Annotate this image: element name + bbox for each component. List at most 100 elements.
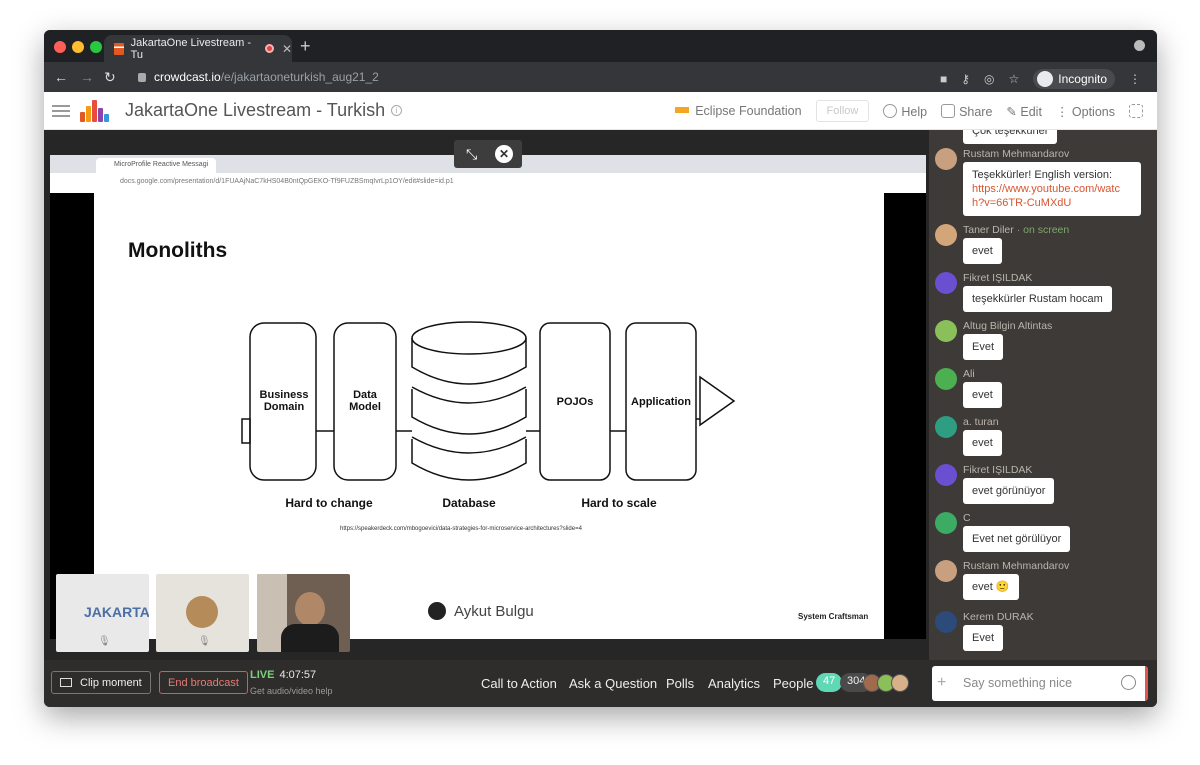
participant-thumb-2[interactable]: 🎙 [156, 574, 249, 652]
minimize-window-dot[interactable] [72, 41, 84, 53]
chat-bubble: Evet [963, 334, 1004, 360]
live-timer: 4:07:57 [279, 669, 317, 681]
url-path: /e/jakartaoneturkish_aug21_2 [220, 70, 379, 84]
maximize-window-dot[interactable] [90, 41, 102, 53]
url-host: crowdcast.io [154, 70, 221, 84]
new-tab-icon[interactable]: + [300, 36, 311, 57]
participant-video-speaker[interactable] [257, 574, 350, 652]
on-screen-status: · on screen [1016, 224, 1070, 236]
follow-button[interactable]: Follow [815, 100, 870, 122]
key-icon[interactable]: ⚷ [961, 72, 970, 86]
chat-author: Altug Bilgin Altintas [963, 320, 1053, 332]
people-tab[interactable]: People [773, 676, 813, 691]
back-icon[interactable]: ← [54, 69, 68, 85]
chat-bubble: evet [963, 382, 1002, 408]
incognito-badge[interactable]: Incognito [1033, 69, 1115, 89]
attendee-avatars[interactable] [863, 674, 909, 692]
pojos-label: POJOs [556, 396, 594, 408]
help-button[interactable]: Help [883, 103, 928, 119]
chat-input[interactable]: + Say something nice [932, 666, 1148, 701]
end-broadcast-button[interactable]: End broadcast [159, 671, 248, 694]
header-actions: Eclipse Foundation Follow Help Share ✎ E… [675, 92, 1147, 130]
screen-icon [426, 600, 448, 622]
avatar [935, 368, 957, 390]
speaker-name: Aykut Bulgu [454, 602, 534, 620]
analytics-tab[interactable]: Analytics [708, 676, 760, 691]
browser-tab[interactable]: JakartaOne Livestream - Tu ✕ [104, 35, 292, 62]
live-status: LIVE 4:07:57 [250, 669, 316, 681]
polls-tab[interactable]: Polls [666, 676, 694, 691]
help-label: Help [901, 104, 928, 119]
help-icon [883, 103, 898, 118]
eye-off-icon[interactable]: ◎ [984, 72, 994, 86]
fullscreen-icon[interactable] [1129, 104, 1143, 118]
info-icon[interactable]: i [391, 105, 403, 116]
chat-author: Ali [963, 368, 975, 380]
options-button[interactable]: ⋮ Options [1056, 104, 1115, 119]
crowdcast-logo-icon[interactable] [80, 99, 112, 122]
close-icon[interactable]: ✕ [495, 145, 513, 163]
chat-bubble: Evet [963, 625, 1004, 651]
avatar [935, 148, 957, 170]
camera-icon[interactable]: ■ [940, 72, 947, 86]
ask-question-tab[interactable]: Ask a Question [569, 676, 657, 691]
close-window-dot[interactable] [54, 41, 66, 53]
reload-icon[interactable]: ↻ [104, 69, 116, 86]
av-help-link[interactable]: Get audio/video help [250, 686, 333, 696]
tab-search-icon[interactable] [1134, 40, 1145, 51]
speaker-face [295, 592, 325, 626]
avatar [935, 512, 957, 534]
jakartaone-logo: JAKARTAOne [84, 604, 149, 620]
minimize-icon[interactable]: ⤡ [466, 146, 477, 163]
live-badge: LIVE [250, 669, 275, 681]
avatar [935, 560, 957, 582]
participant-avatar [186, 596, 218, 628]
share-button[interactable]: Share [941, 103, 993, 119]
chat-panel: Çok teşekkürler Rustam Mehmandarov Teşek… [929, 130, 1157, 660]
slide-source-url: https://speakerdeck.com/mbogoevici/data-… [340, 526, 582, 532]
live-count-badge: 47 [816, 673, 843, 692]
forward-icon[interactable]: → [80, 69, 94, 85]
clip-label: Clip moment [80, 676, 142, 689]
stage-controls: ⤡ ✕ [454, 140, 522, 168]
emoji-icon[interactable] [1121, 675, 1136, 690]
chat-author: Rustam Mehmandarov [963, 560, 1070, 572]
active-speaker-name: Aykut Bulgu [426, 600, 534, 622]
chat-bubble: evet [963, 430, 1002, 456]
chat-bubble: evet [963, 238, 1002, 264]
shared-tab: MicroProfile Reactive Messagi [96, 158, 216, 173]
dots-icon: ⋮ [1055, 104, 1072, 119]
chat-author: Fikret IŞILDAK [963, 272, 1033, 284]
browser-window: JakartaOne Livestream - Tu ✕ + ← → ↻ cro… [44, 30, 1157, 707]
lock-icon [138, 72, 146, 82]
share-label: Share [959, 104, 993, 119]
presentation-slide: Monoliths Business Domain Data Model POJ… [94, 193, 884, 639]
chat-author: Rustam Mehmandarov [963, 148, 1070, 160]
edit-button[interactable]: ✎ Edit [1006, 104, 1042, 119]
chat-author: Fikret IŞILDAK [963, 464, 1033, 476]
chat-author: Taner Diler · on screen [963, 224, 1069, 236]
plus-icon[interactable]: + [937, 674, 946, 692]
attendee-avatar [891, 674, 909, 692]
mic-muted-icon: 🎙 [198, 636, 211, 647]
clip-moment-button[interactable]: Clip moment [51, 671, 151, 694]
participant-thumb-1[interactable]: JAKARTAOne 🎙 [56, 574, 149, 652]
video-stage: MicroProfile Reactive Messagi docs.googl… [44, 130, 929, 660]
star-icon[interactable]: ☆ [1009, 72, 1020, 86]
chat-text: Teşekkürler! English version: [972, 169, 1113, 181]
organizer[interactable]: Eclipse Foundation [675, 104, 802, 118]
business-domain-label: Business Domain [259, 389, 309, 413]
screenshare-frame: MicroProfile Reactive Messagi docs.googl… [50, 155, 926, 639]
chat-bubble: Evet net görülüyor [963, 526, 1071, 552]
chat-link[interactable]: https://www.youtube.com/watch?v=66TR-CuM… [972, 182, 1132, 210]
mic-muted-icon: 🎙 [98, 636, 111, 647]
slide-brand: System Craftsman [798, 612, 869, 621]
hamburger-menu-icon[interactable] [52, 104, 70, 117]
avatar [935, 464, 957, 486]
share-icon [941, 103, 956, 118]
call-to-action-tab[interactable]: Call to Action [481, 676, 557, 691]
control-bar: Clip moment End broadcast LIVE 4:07:57 Ge… [44, 660, 1157, 707]
recording-icon [265, 44, 274, 53]
close-tab-icon[interactable]: ✕ [282, 42, 292, 56]
browser-menu-icon[interactable]: ⋮ [1129, 72, 1141, 86]
